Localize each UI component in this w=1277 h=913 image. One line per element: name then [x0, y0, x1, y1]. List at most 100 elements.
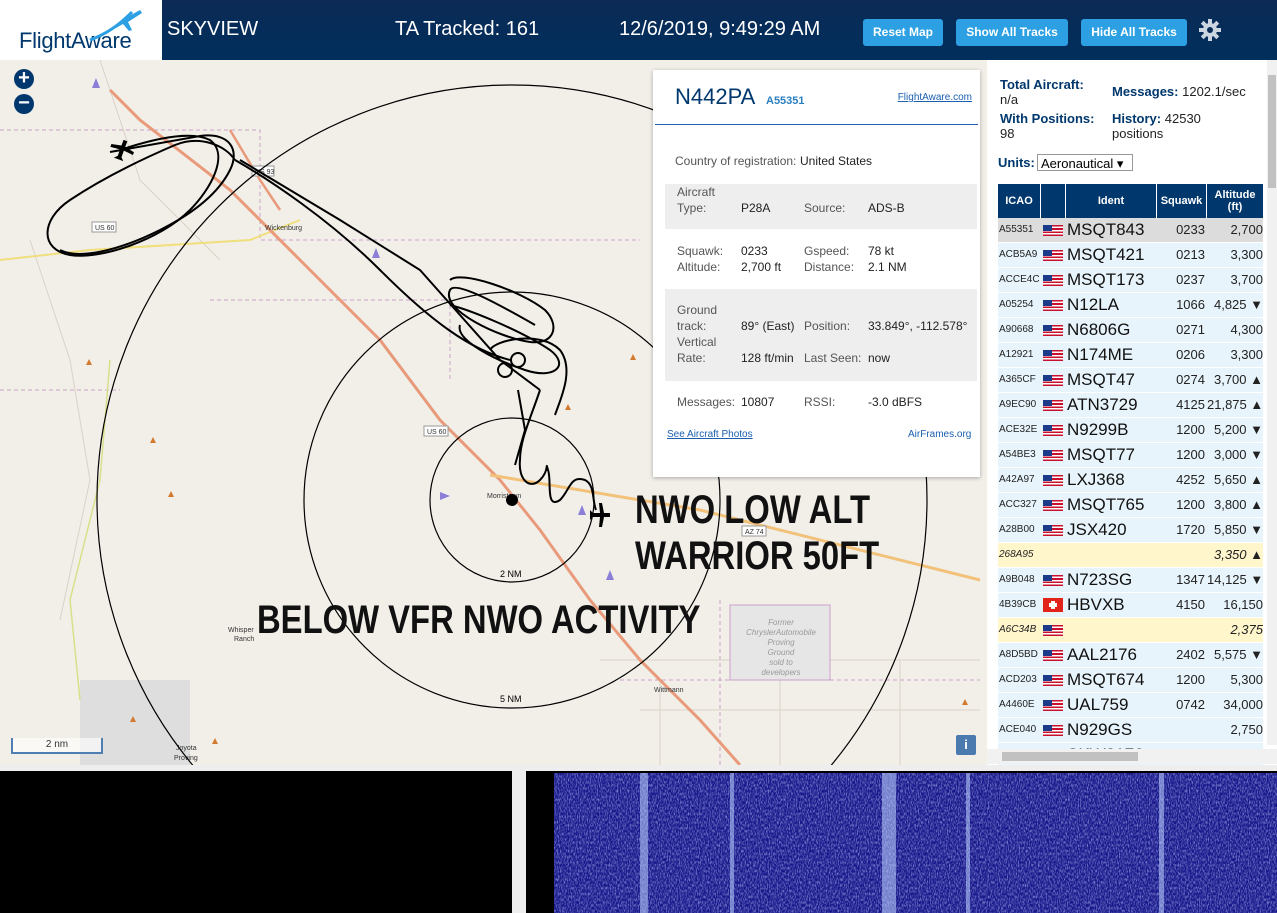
row-altitude: 5,300: [1230, 672, 1263, 687]
table-row[interactable]: A9EC90 ATN3729 4125 21,875 ▲: [998, 393, 1263, 418]
popup-registration: N442PA: [675, 84, 756, 109]
messages-stat-label: Messages:: [1112, 84, 1179, 99]
table-row[interactable]: A42A97 LXJ368 4252 5,650 ▲: [998, 468, 1263, 493]
us-flag-icon: [1043, 400, 1063, 411]
units-select[interactable]: Aeronautical ▾: [1037, 154, 1133, 171]
row-altitude: 3,700 ▲: [1213, 372, 1263, 387]
row-squawk: [1158, 618, 1205, 642]
row-icao: A90668: [999, 324, 1034, 335]
row-icao: ACCE4C: [999, 274, 1040, 285]
table-row[interactable]: A4460E UAL759 0742 34,000: [998, 693, 1263, 718]
row-flag: [1041, 518, 1065, 542]
type-label-2: Type:: [677, 201, 707, 215]
map-info-button[interactable]: i: [956, 735, 976, 755]
row-flag: [1041, 668, 1065, 692]
us-flag-icon: [1043, 575, 1063, 586]
table-row[interactable]: ACE040 N929GS 2,750: [998, 718, 1263, 743]
table-row[interactable]: A365CF MSQT47 0274 3,700 ▲: [998, 368, 1263, 393]
vrate-label-2: Rate:: [677, 351, 706, 365]
row-altitude: 3,300: [1230, 247, 1263, 262]
table-row[interactable]: A8D5BD AAL2176 2402 5,575 ▼: [998, 643, 1263, 668]
table-row[interactable]: A54BE3 MSQT77 1200 3,000 ▼: [998, 443, 1263, 468]
messages-row: Messages: 10807 RSSI: -3.0 dBFS: [665, 395, 977, 411]
table-row[interactable]: ACCE4C MSQT173 0237 3,700: [998, 268, 1263, 293]
svg-text:US 60: US 60: [95, 225, 115, 232]
row-flag: [1041, 268, 1065, 292]
table-row[interactable]: 268A95 3,350 ▲: [998, 543, 1263, 568]
row-squawk: 1066: [1176, 297, 1205, 312]
sidebar-horizontal-scroll-thumb[interactable]: [1002, 752, 1138, 761]
col-flag[interactable]: [1041, 184, 1066, 218]
row-flag: [1041, 693, 1065, 717]
flightaware-logo[interactable]: FlightAware: [0, 0, 162, 60]
last-seen-label: Last Seen:: [804, 351, 862, 365]
col-squawk[interactable]: Squawk: [1157, 184, 1207, 218]
col-icao[interactable]: ICAO: [998, 184, 1041, 218]
squawk-label: Squawk:: [677, 244, 724, 258]
row-flag: [1041, 643, 1065, 667]
zoom-out-button[interactable]: −: [14, 93, 34, 114]
country-label: Country of registration:: [675, 154, 797, 168]
row-altitude: 4,825 ▼: [1213, 297, 1263, 312]
table-row[interactable]: A9B048 N723SG 1347 14,125 ▼: [998, 568, 1263, 593]
squawk-row: Squawk: 0233 Gspeed: 78 kt Altitude: 2,7…: [665, 243, 977, 277]
rssi-label: RSSI:: [804, 395, 836, 409]
popup-hex-link[interactable]: A55351: [766, 95, 805, 107]
table-row[interactable]: ACB5A9 MSQT421 0213 3,300: [998, 243, 1263, 268]
svg-text:Ground: Ground: [768, 648, 795, 657]
row-flag: [1041, 718, 1065, 742]
table-row[interactable]: ACD203 MSQT674 1200 5,300: [998, 668, 1263, 693]
row-flag: [1041, 618, 1065, 642]
table-row[interactable]: ACC327 MSQT765 1200 3,800 ▲: [998, 493, 1263, 518]
messages-stat: Messages: 1202.1/sec: [1112, 84, 1246, 99]
table-row[interactable]: A05254 N12LA 1066 4,825 ▼: [998, 293, 1263, 318]
table-row[interactable]: A6C34B 2,375: [998, 618, 1263, 643]
us-flag-icon: [1043, 250, 1063, 261]
zoom-in-button[interactable]: +: [14, 68, 34, 89]
flightaware-link[interactable]: FlightAware.com: [898, 92, 972, 103]
row-altitude: 2,375: [1230, 622, 1263, 637]
source-label: Source:: [804, 201, 846, 215]
row-flag: [1041, 468, 1065, 492]
table-row[interactable]: ACE32E N9299B 1200 5,200 ▼: [998, 418, 1263, 443]
row-altitude: 3,300: [1230, 347, 1263, 362]
row-icao: A28B00: [999, 524, 1035, 535]
airframes-link[interactable]: AirFrames.org: [908, 429, 971, 440]
video-panel-left: [0, 771, 512, 913]
row-icao: A12921: [999, 349, 1034, 360]
settings-gear-icon[interactable]: [1198, 18, 1222, 42]
reset-map-button[interactable]: Reset Map: [863, 19, 943, 46]
history-value: 42530: [1164, 111, 1201, 126]
row-squawk: 0274: [1176, 372, 1205, 387]
row-altitude: 2,750: [1230, 722, 1263, 737]
table-row[interactable]: A90668 N6806G 0271 4,300: [998, 318, 1263, 343]
aircraft-photos-link[interactable]: See Aircraft Photos: [667, 429, 753, 440]
plane-logo-icon: [89, 10, 142, 42]
show-all-tracks-button[interactable]: Show All Tracks: [956, 19, 1068, 46]
col-ident[interactable]: Ident: [1066, 184, 1157, 218]
table-row[interactable]: A12921 N174ME 0206 3,300: [998, 343, 1263, 368]
svg-text:sold to: sold to: [769, 658, 793, 667]
row-flag: [1041, 593, 1065, 617]
table-row[interactable]: 4B39CB HBVXB 4150 16,150: [998, 593, 1263, 618]
row-squawk: 1200: [1176, 422, 1205, 437]
hide-all-tracks-button[interactable]: Hide All Tracks: [1081, 19, 1187, 46]
row-flag: [1041, 393, 1065, 417]
us-flag-icon: [1043, 525, 1063, 536]
table-row[interactable]: A55351 MSQT843 0233 2,700: [998, 218, 1263, 243]
row-flag: [1041, 368, 1065, 392]
sidebar-vertical-scroll-thumb[interactable]: [1268, 75, 1276, 188]
type-label-1: Aircraft: [677, 185, 716, 199]
row-ident: MSQT77: [1067, 445, 1136, 464]
row-squawk: 0237: [1176, 272, 1205, 287]
svg-text:Wickenburg: Wickenburg: [265, 225, 302, 232]
col-altitude[interactable]: Altitude (ft): [1207, 184, 1263, 218]
messages-stat-value: 1202.1/sec: [1182, 84, 1246, 99]
svg-text:5 NM: 5 NM: [500, 694, 522, 704]
row-altitude: 5,200 ▼: [1213, 422, 1263, 437]
row-icao: A4460E: [999, 699, 1035, 710]
table-row[interactable]: A28B00 JSX420 1720 5,850 ▼: [998, 518, 1263, 543]
row-ident: LXJ368: [1067, 470, 1125, 489]
row-altitude: 34,000: [1223, 697, 1263, 712]
country-row: Country of registration: United States: [665, 154, 977, 170]
